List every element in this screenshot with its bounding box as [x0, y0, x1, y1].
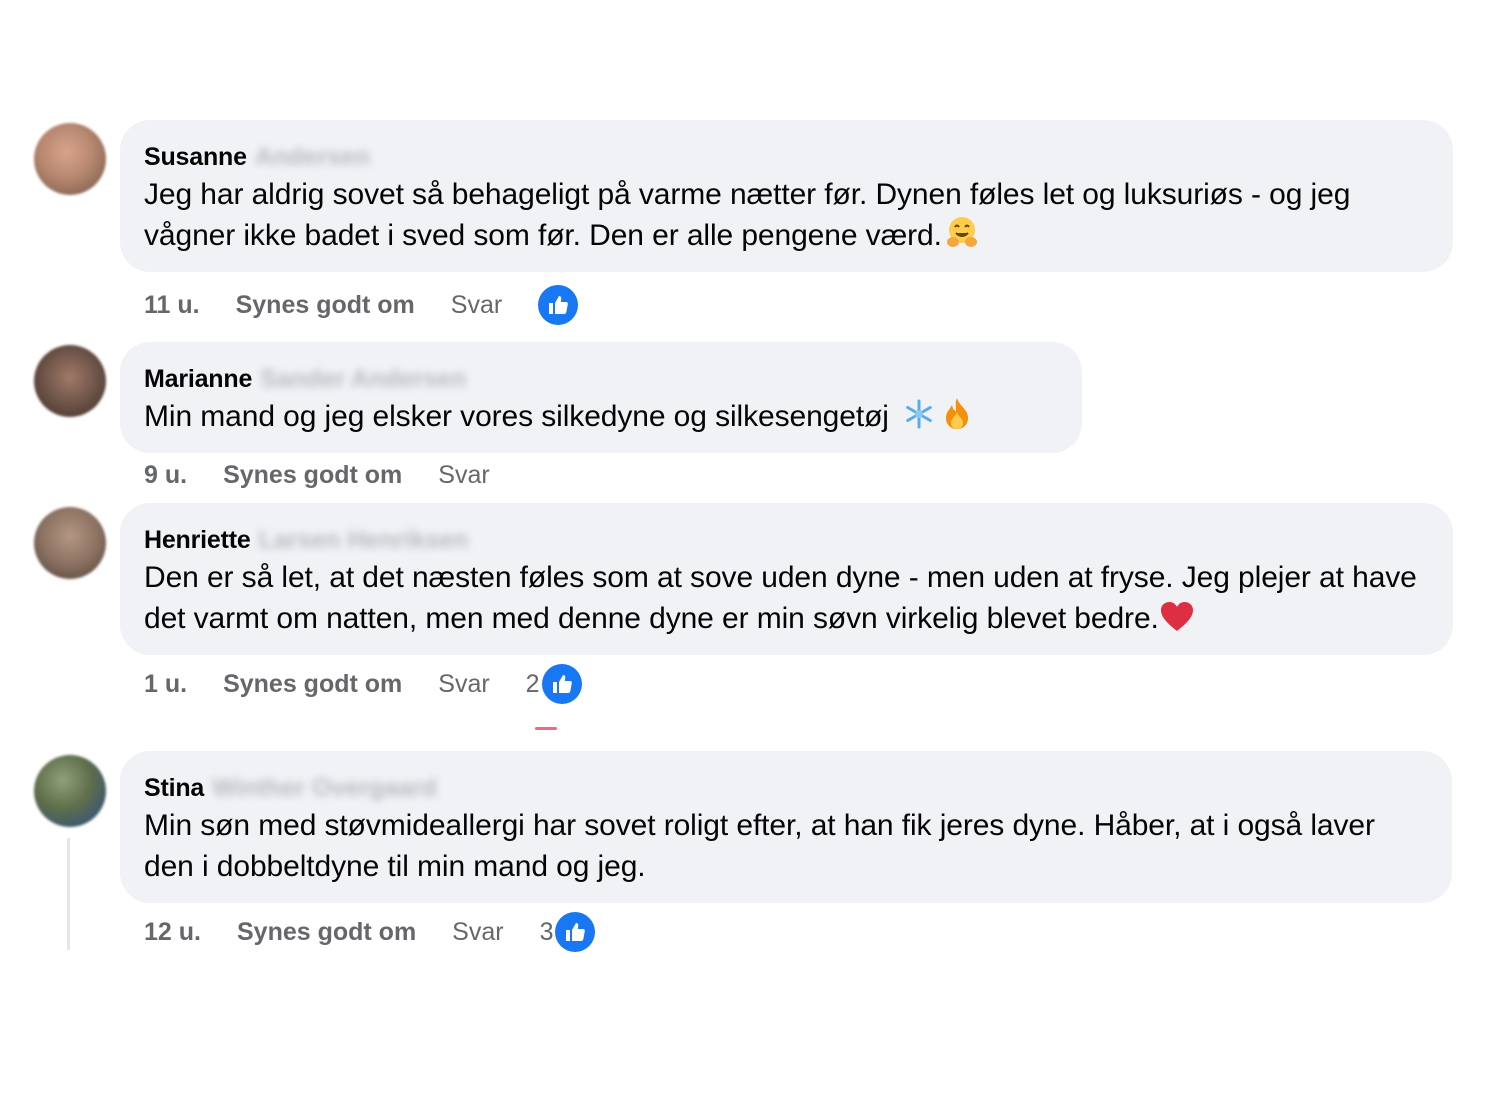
comment-text-body: Min mand og jeg elsker vores silkedyne o… [144, 400, 889, 433]
like-button[interactable]: Synes godt om [223, 461, 402, 490]
author-surname-blurred[interactable]: Sander Andersen [260, 365, 466, 394]
comment-timestamp[interactable]: 12 u. [144, 918, 201, 947]
author-surname-blurred[interactable]: Andersen [255, 143, 370, 172]
avatar[interactable] [34, 345, 106, 417]
reply-button[interactable]: Svar [438, 670, 489, 699]
comment-bubble: Susanne Andersen Jeg har aldrig sovet så… [120, 120, 1453, 272]
thumbs-up-icon[interactable] [541, 664, 582, 704]
partial-reaction-indicator [535, 727, 557, 730]
comment-bubble: Stina Winther Overgaard Min søn med støv… [120, 751, 1452, 903]
comment-bubble: Marianne Sander Andersen Min mand og jeg… [120, 342, 1082, 453]
comment-timestamp[interactable]: 1 u. [144, 670, 187, 699]
author-name[interactable]: Susanne [144, 143, 247, 172]
author-name[interactable]: Stina [144, 774, 204, 803]
like-button[interactable]: Synes godt om [223, 670, 402, 699]
author-surname-blurred[interactable]: Winther Overgaard [212, 774, 437, 803]
like-button[interactable]: Synes godt om [236, 291, 415, 320]
reply-button[interactable]: Svar [451, 291, 502, 320]
avatar[interactable] [34, 755, 106, 827]
author-surname-blurred[interactable]: Larsen Henriksen [259, 526, 469, 555]
comment-actions: 9 u. Synes godt om Svar [144, 453, 526, 497]
comment-text-body: Den er så let, at det næsten føles som a… [144, 561, 1417, 635]
thumbs-up-icon[interactable] [538, 285, 579, 325]
red-heart-icon [1159, 600, 1195, 643]
snowflake-icon [903, 398, 935, 441]
author-name[interactable]: Marianne [144, 365, 252, 394]
comment-actions: 1 u. Synes godt om Svar 2 [144, 662, 582, 706]
smiling-face-with-open-hands-icon [945, 215, 979, 260]
author-name[interactable]: Henriette [144, 526, 251, 555]
reply-button[interactable]: Svar [438, 461, 489, 490]
comment-text: Jeg har aldrig sovet så behageligt på va… [144, 174, 1427, 260]
comment-text: Min mand og jeg elsker vores silkedyne o… [144, 396, 1056, 441]
reaction-count[interactable]: 2 [526, 670, 540, 699]
like-button[interactable]: Synes godt om [237, 918, 416, 947]
comment-text-body: Jeg har aldrig sovet så behageligt på va… [144, 178, 1351, 252]
thumbs-up-icon[interactable] [555, 912, 596, 952]
comment-timestamp[interactable]: 9 u. [144, 461, 187, 490]
comment-text: Den er så let, at det næsten føles som a… [144, 557, 1427, 643]
comment-actions: 12 u. Synes godt om Svar 3 [144, 910, 596, 954]
thread-line [67, 838, 70, 950]
comment-actions: 11 u. Synes godt om Svar [144, 283, 579, 327]
reaction-count[interactable]: 3 [540, 918, 554, 947]
fire-icon [941, 396, 973, 441]
comment-bubble: Henriette Larsen Henriksen Den er så let… [120, 503, 1453, 655]
reply-button[interactable]: Svar [452, 918, 503, 947]
comment-text: Min søn med støvmideallergi har sovet ro… [144, 809, 1375, 883]
avatar[interactable] [34, 507, 106, 579]
avatar[interactable] [34, 123, 106, 195]
comment-timestamp[interactable]: 11 u. [144, 291, 200, 320]
comments-section: Susanne Andersen Jeg har aldrig sovet så… [0, 0, 1500, 1100]
